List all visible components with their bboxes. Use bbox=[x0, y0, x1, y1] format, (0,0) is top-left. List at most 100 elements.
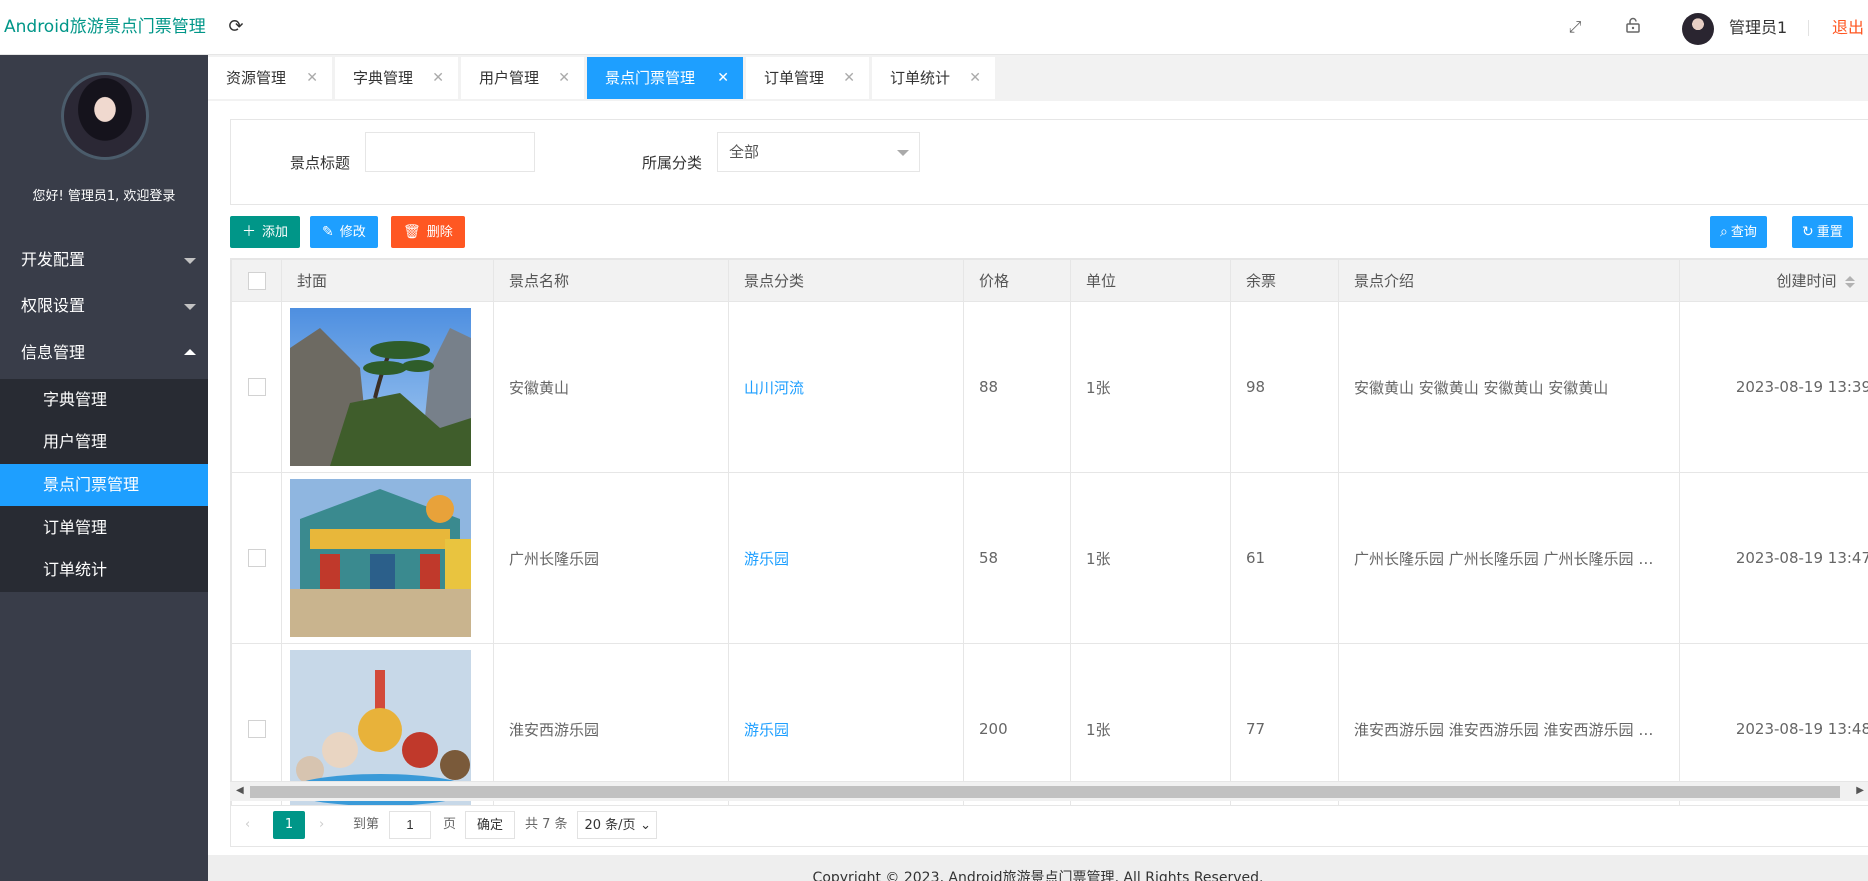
tab-dictionary[interactable]: 字典管理 ✕ bbox=[335, 57, 459, 99]
row-select-cell bbox=[231, 472, 282, 644]
refresh-icon[interactable]: ⟳ bbox=[226, 17, 246, 37]
category-link[interactable]: 山川河流 bbox=[728, 301, 964, 473]
tab-users[interactable]: 用户管理 ✕ bbox=[461, 57, 585, 99]
next-page-icon[interactable]: › bbox=[319, 811, 324, 839]
admin-name[interactable]: 管理员1 bbox=[1729, 0, 1787, 55]
page-number[interactable]: 1 bbox=[273, 811, 305, 839]
row-checkbox[interactable] bbox=[247, 378, 266, 397]
main-panel: 景点标题 所属分类 全部 ＋ 添加 ✎ 修改 🗑 删除 ⌕ 查询 ↻ 重置 封面 景点名称… bbox=[208, 101, 1868, 855]
column-header: 景点名称 bbox=[493, 259, 729, 302]
divider bbox=[1808, 20, 1809, 36]
row-checkbox[interactable] bbox=[247, 549, 266, 568]
close-icon[interactable]: ✕ bbox=[843, 57, 855, 99]
scroll-right-icon[interactable]: ▶ bbox=[1856, 785, 1864, 796]
chevron-down-icon bbox=[897, 150, 909, 156]
reset-button[interactable]: ↻ 重置 bbox=[1792, 216, 1853, 248]
sidebar-item-orders[interactable]: 订单管理 bbox=[0, 507, 208, 549]
table-row[interactable]: 安徽黄山 山川河流 88 1张 98 安徽黄山 安徽黄山 安徽黄山 安徽黄山 2… bbox=[231, 301, 1868, 473]
pencil-icon: ✎ bbox=[322, 224, 334, 240]
sort-icon[interactable] bbox=[1844, 275, 1855, 288]
footer: Copyright © 2023, Android旅游景点门票管理, All R… bbox=[208, 855, 1868, 881]
logout-link[interactable]: 退出 bbox=[1832, 0, 1864, 55]
query-label: 查询 bbox=[1730, 225, 1757, 240]
category-value: 全部 bbox=[729, 143, 760, 161]
cover-cell bbox=[281, 301, 494, 473]
close-icon[interactable]: ✕ bbox=[432, 57, 444, 99]
sidebar-item-ticket-management[interactable]: 景点门票管理 bbox=[0, 464, 208, 506]
select-all-checkbox[interactable] bbox=[247, 271, 266, 290]
column-label: 创建时间 bbox=[1776, 272, 1837, 290]
horizontal-scrollbar[interactable]: ◀ ▶ bbox=[230, 781, 1868, 801]
page-unit-label: 页 bbox=[443, 817, 457, 832]
close-icon[interactable]: ✕ bbox=[717, 57, 729, 99]
table-row[interactable]: 广州长隆乐园 游乐园 58 1张 61 广州长隆乐园 广州长隆乐园 广州长隆乐园… bbox=[231, 472, 1868, 644]
confirm-button[interactable]: 确定 bbox=[465, 811, 515, 839]
chevron-down-icon bbox=[184, 304, 196, 310]
stock-cell: 61 bbox=[1230, 472, 1339, 644]
tab-bar: 资源管理 ✕ 字典管理 ✕ 用户管理 ✕ 景点门票管理 ✕ 订单管理 ✕ 订单统计 ✕ bbox=[208, 55, 1868, 99]
trash-icon: 🗑 bbox=[403, 224, 421, 240]
tab-resources[interactable]: 资源管理 ✕ bbox=[208, 57, 333, 99]
category-link[interactable]: 游乐园 bbox=[728, 472, 964, 644]
close-icon[interactable]: ✕ bbox=[306, 57, 318, 99]
column-header-created[interactable]: 创建时间 bbox=[1679, 259, 1868, 302]
category-label: 所属分类 bbox=[642, 154, 703, 172]
created-cell: 2023-08-19 13:39:11 bbox=[1679, 301, 1868, 473]
delete-button[interactable]: 🗑 删除 bbox=[391, 216, 465, 248]
created-cell: 2023-08-19 13:47:02 bbox=[1679, 472, 1868, 644]
scroll-left-icon[interactable]: ◀ bbox=[236, 785, 244, 796]
column-header: 景点分类 bbox=[728, 259, 964, 302]
unit-cell: 1张 bbox=[1070, 472, 1231, 644]
chevron-down-icon: ⌄ bbox=[640, 818, 651, 833]
column-header: 价格 bbox=[963, 259, 1071, 302]
search-form: 景点标题 所属分类 全部 bbox=[230, 119, 1868, 205]
select-all-cell bbox=[231, 259, 282, 302]
tab-ticket-management[interactable]: 景点门票管理 ✕ bbox=[587, 57, 744, 99]
category-select[interactable]: 全部 bbox=[717, 132, 920, 172]
edit-button[interactable]: ✎ 修改 bbox=[310, 216, 378, 248]
sidebar-item-info-management[interactable]: 信息管理 bbox=[0, 330, 208, 376]
sidebar: 您好! 管理员1, 欢迎登录 开发配置 权限设置 信息管理 字典管理 用户管理 … bbox=[0, 55, 208, 881]
row-checkbox[interactable] bbox=[247, 720, 266, 739]
lock-icon[interactable] bbox=[1623, 17, 1643, 37]
fullscreen-icon[interactable]: ⤢ bbox=[1565, 17, 1585, 37]
title-input[interactable] bbox=[365, 132, 535, 172]
sidebar-item-dictionary[interactable]: 字典管理 bbox=[0, 379, 208, 421]
sidebar-item-label: 开发配置 bbox=[21, 250, 86, 269]
page-size-value: 20 条/页 bbox=[584, 818, 636, 833]
tab-label: 用户管理 bbox=[479, 69, 540, 87]
tab-label: 景点门票管理 bbox=[605, 69, 696, 87]
close-icon[interactable]: ✕ bbox=[969, 57, 981, 99]
sidebar-item-order-stats[interactable]: 订单统计 bbox=[0, 549, 208, 591]
user-avatar bbox=[61, 72, 149, 160]
sidebar-item-label: 权限设置 bbox=[21, 296, 86, 315]
scrollbar-thumb[interactable] bbox=[250, 786, 1840, 798]
column-header: 景点介绍 bbox=[1338, 259, 1680, 302]
tab-order-stats[interactable]: 订单统计 ✕ bbox=[872, 57, 996, 99]
tab-orders[interactable]: 订单管理 ✕ bbox=[746, 57, 870, 99]
sidebar-item-users[interactable]: 用户管理 bbox=[0, 421, 208, 463]
avatar[interactable] bbox=[1682, 13, 1714, 45]
column-header: 封面 bbox=[281, 259, 494, 302]
column-header: 余票 bbox=[1230, 259, 1339, 302]
page-size-select[interactable]: 20 条/页 ⌄ bbox=[577, 811, 657, 839]
delete-label: 删除 bbox=[426, 225, 453, 240]
submenu: 字典管理 用户管理 景点门票管理 订单管理 订单统计 bbox=[0, 379, 208, 592]
app-title: Android旅游景点门票管理 bbox=[4, 17, 206, 37]
add-button[interactable]: ＋ 添加 bbox=[230, 216, 301, 248]
intro-cell: 广州长隆乐园 广州长隆乐园 广州长隆乐园 广州长隆乐园 bbox=[1338, 472, 1680, 644]
column-header: 单位 bbox=[1070, 259, 1231, 302]
sidebar-item-permissions[interactable]: 权限设置 bbox=[0, 283, 208, 329]
table-header-row: 封面 景点名称 景点分类 价格 单位 余票 景点介绍 创建时间 bbox=[231, 259, 1868, 302]
query-button[interactable]: ⌕ 查询 bbox=[1710, 216, 1767, 248]
close-icon[interactable]: ✕ bbox=[558, 57, 570, 99]
cover-image bbox=[290, 479, 471, 637]
title-label: 景点标题 bbox=[290, 154, 351, 172]
copyright-text: Copyright © 2023, Android旅游景点门票管理, All R… bbox=[812, 870, 1264, 881]
sidebar-item-dev-config[interactable]: 开发配置 bbox=[0, 237, 208, 283]
prev-page-icon[interactable]: ‹ bbox=[245, 811, 250, 839]
price-cell: 88 bbox=[963, 301, 1071, 473]
welcome-text: 您好! 管理员1, 欢迎登录 bbox=[32, 189, 176, 204]
tab-label: 订单管理 bbox=[764, 69, 825, 87]
goto-page-input[interactable] bbox=[389, 811, 431, 839]
